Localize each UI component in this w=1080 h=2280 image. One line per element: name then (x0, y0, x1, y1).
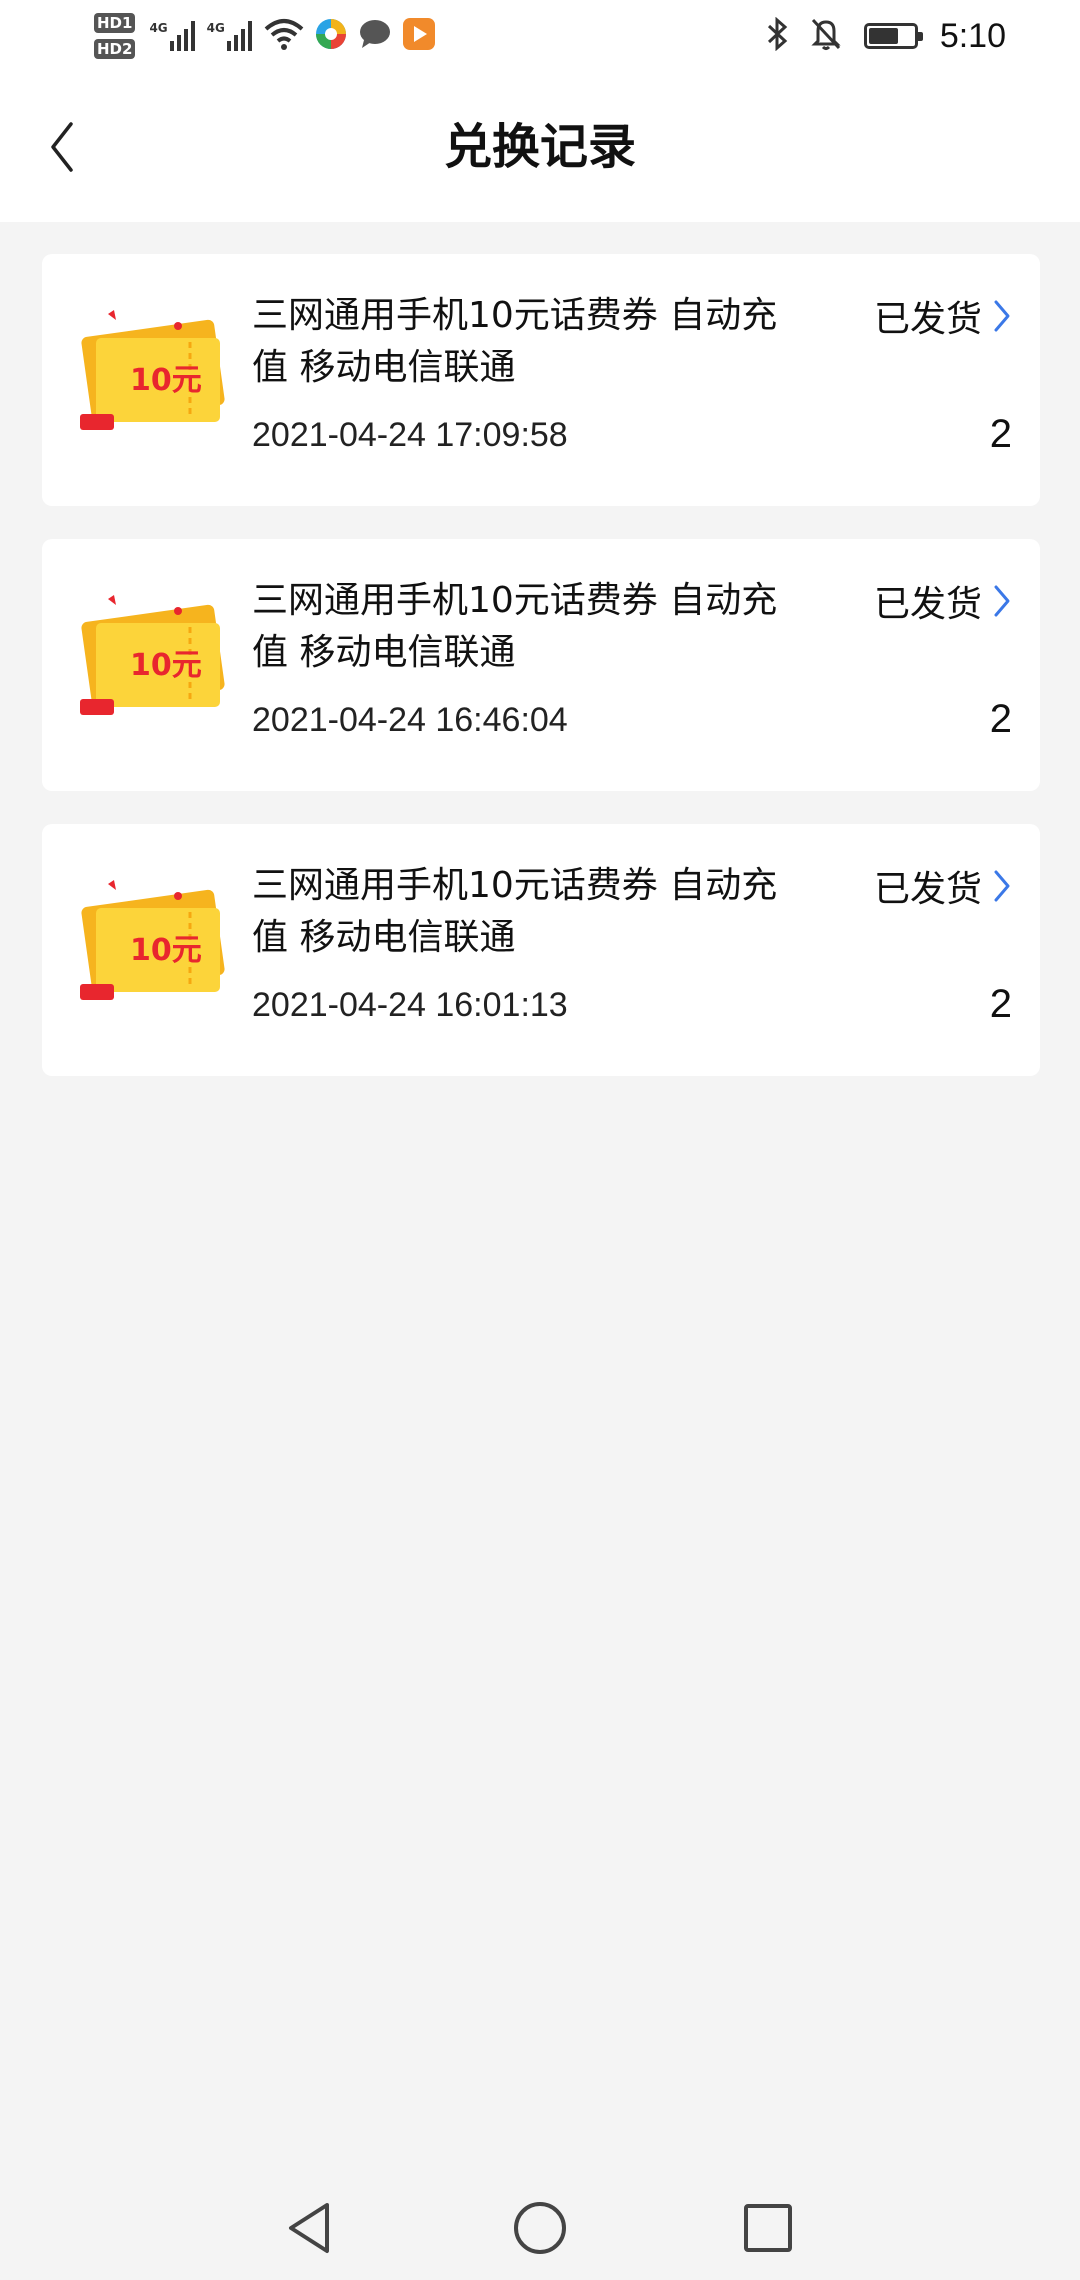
record-card[interactable]: 10元 三网通用手机10元话费券 自动充值 移动电信联通 2021-04-24 … (42, 539, 1040, 791)
nav-recents-button[interactable] (738, 2198, 798, 2258)
status-label: 已发货 (873, 584, 982, 625)
bluetooth-icon (766, 16, 788, 55)
record-title: 三网通用手机10元话费券 自动充值 移动电信联通 (252, 295, 778, 388)
square-recents-icon (744, 2204, 792, 2252)
status-label: 已发货 (873, 299, 982, 340)
page-title: 兑换记录 (443, 119, 636, 175)
chevron-right-icon (994, 585, 1010, 617)
triangle-back-icon (289, 2203, 329, 2253)
battery-level (868, 28, 898, 44)
clock: 5:10 (939, 16, 1006, 55)
phone-credit-coupon-image: 10元 (80, 595, 225, 715)
message-bubble-icon (358, 18, 392, 54)
hd-indicators: HD1 HD2 (94, 13, 136, 59)
app-header: 兑换记录 (0, 72, 1080, 222)
hd2-badge: HD2 (94, 39, 136, 59)
network-type-2: 4G (206, 21, 225, 35)
status-bar: HD1 HD2 4G 4G 5:10 (0, 0, 1080, 72)
chevron-right-icon (994, 870, 1010, 902)
mute-bell-icon (810, 17, 842, 55)
record-time: 2021-04-24 16:01:13 (252, 986, 568, 1024)
circle-home-icon (514, 2202, 566, 2254)
status-label: 已发货 (873, 869, 982, 910)
coupon-value-label: 10元 (130, 648, 202, 683)
wifi-icon (264, 17, 304, 55)
record-title: 三网通用手机10元话费券 自动充值 移动电信联通 (252, 580, 778, 673)
chevron-right-icon (994, 300, 1010, 332)
record-quantity: 2 (989, 982, 1012, 1026)
record-status[interactable]: 已发货 (874, 860, 1012, 912)
status-left: HD1 HD2 4G 4G (94, 8, 436, 64)
record-quantity: 2 (989, 412, 1012, 456)
record-time: 2021-04-24 17:09:58 (252, 416, 568, 454)
network-type-1: 4G (149, 21, 168, 35)
signal-2: 4G (207, 21, 252, 51)
record-card[interactable]: 10元 三网通用手机10元话费券 自动充值 移动电信联通 2021-04-24 … (42, 254, 1040, 506)
record-status[interactable]: 已发货 (874, 575, 1012, 627)
video-app-icon (402, 17, 436, 55)
phone-credit-coupon-image: 10元 (80, 880, 225, 1000)
battery-icon (863, 23, 923, 49)
hd1-badge: HD1 (94, 13, 136, 33)
record-time: 2021-04-24 16:46:04 (252, 701, 568, 739)
signal-1: 4G (149, 21, 195, 51)
coupon-value-label: 10元 (130, 933, 202, 968)
nav-home-button[interactable] (510, 2198, 570, 2258)
system-navigation-bar (0, 2172, 1080, 2280)
record-status[interactable]: 已发货 (874, 290, 1012, 342)
record-card[interactable]: 10元 三网通用手机10元话费券 自动充值 移动电信联通 2021-04-24 … (42, 824, 1040, 1076)
phone-credit-coupon-image: 10元 (80, 310, 225, 430)
signal-bars-icon (169, 21, 195, 51)
signal-bars-icon (226, 21, 252, 51)
app-colorful-icon (314, 17, 348, 55)
record-title: 三网通用手机10元话费券 自动充值 移动电信联通 (252, 865, 778, 958)
exchange-record-list: 10元 三网通用手机10元话费券 自动充值 移动电信联通 2021-04-24 … (42, 254, 1040, 1109)
status-right: 5:10 (766, 10, 1006, 62)
record-quantity: 2 (989, 697, 1012, 741)
nav-back-button[interactable] (280, 2198, 340, 2258)
coupon-value-label: 10元 (130, 363, 202, 398)
